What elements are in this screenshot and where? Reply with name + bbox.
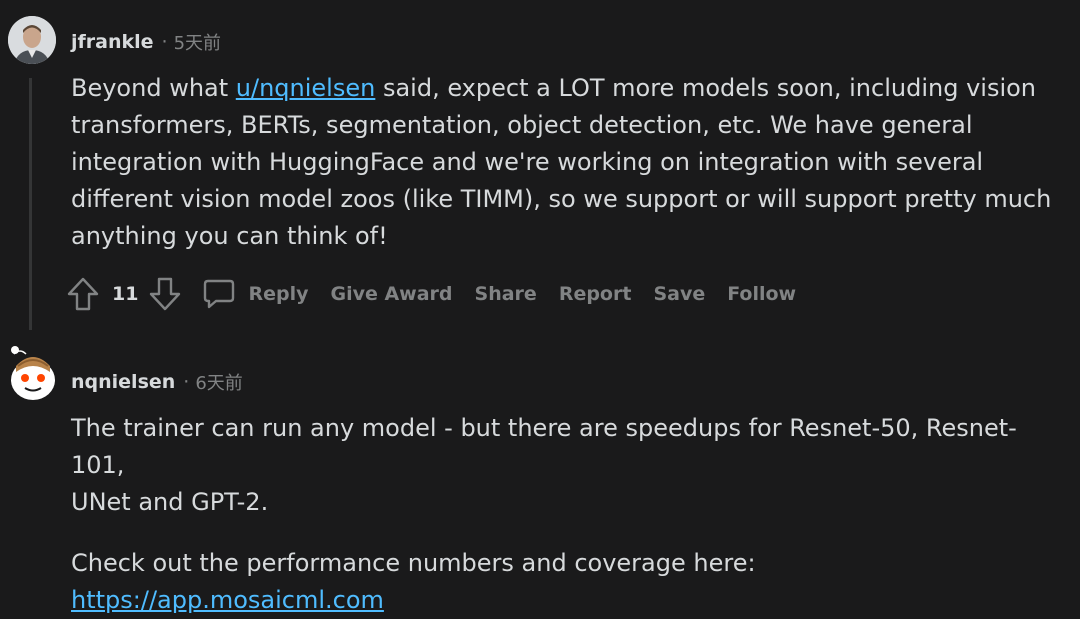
comment-bubble-icon: [204, 279, 235, 309]
reply-label: Reply: [248, 283, 309, 305]
comment-meta: jfrankle · 5天前: [71, 28, 221, 56]
user-mention-link[interactable]: u/nqnielsen: [236, 74, 376, 102]
body-text-segment: said, expect a LOT more models soon, inc…: [375, 74, 1037, 102]
follow-button[interactable]: Follow: [727, 283, 796, 305]
external-link[interactable]: https://app.mosaicml.com: [71, 586, 384, 614]
comment-actions: 11 Reply Give Award Share Report Save Fo…: [66, 276, 796, 312]
reply-button[interactable]: Reply: [202, 278, 308, 310]
body-text-segment: Check out the performance numbers and co…: [71, 549, 756, 577]
comment-body: Beyond what u/nqnielsen said, expect a L…: [71, 70, 1061, 255]
snoo-avatar[interactable]: [6, 342, 58, 404]
give-award-button[interactable]: Give Award: [330, 283, 452, 305]
separator-dot: ·: [161, 31, 168, 53]
body-line: anything you can think of!: [71, 222, 388, 250]
author-name[interactable]: nqnielsen: [71, 371, 175, 393]
body-line: Check out the performance numbers and co…: [71, 545, 1061, 619]
comment-body: The trainer can run any model - but ther…: [71, 410, 1061, 619]
author-name[interactable]: jfrankle: [71, 31, 154, 53]
separator-dot: ·: [183, 371, 190, 393]
downvote-arrow-icon[interactable]: [148, 277, 182, 311]
body-line: UNet and GPT-2.: [71, 488, 269, 516]
body-line: different vision model zoos (like TIMM),…: [71, 185, 1052, 213]
avatar[interactable]: [8, 16, 56, 64]
body-text-segment: Beyond what: [71, 74, 236, 102]
report-button[interactable]: Report: [559, 283, 632, 305]
upvote-arrow-icon[interactable]: [66, 277, 100, 311]
body-line: The trainer can run any model - but ther…: [71, 414, 1017, 479]
body-line: integration with HuggingFace and we're w…: [71, 148, 984, 176]
thread-line[interactable]: [29, 78, 32, 330]
vote-score: 11: [112, 283, 139, 305]
body-line: transformers, BERTs, segmentation, objec…: [71, 111, 973, 139]
timestamp[interactable]: 6天前: [195, 369, 242, 395]
comment-meta: nqnielsen · 6天前: [71, 368, 243, 396]
share-button[interactable]: Share: [475, 283, 537, 305]
save-button[interactable]: Save: [653, 283, 705, 305]
timestamp[interactable]: 5天前: [174, 29, 221, 55]
body-line: Beyond what u/nqnielsen said, expect a L…: [71, 70, 1061, 107]
